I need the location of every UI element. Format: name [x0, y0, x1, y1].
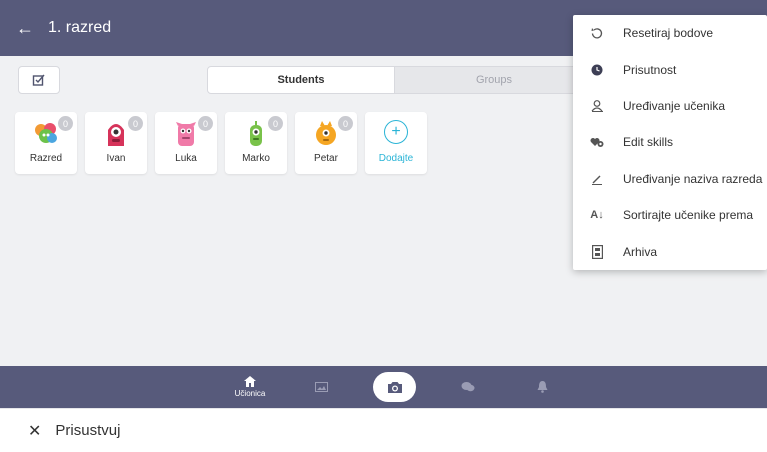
checkbox-edit-icon: [32, 74, 45, 86]
chat-icon: [461, 382, 475, 392]
nav-camera-button[interactable]: [373, 372, 416, 402]
class-title: 1. razred: [48, 19, 112, 36]
student-name: Razred: [29, 153, 63, 164]
student-name: Petar: [314, 153, 338, 164]
nav-classroom-label: Učionica: [234, 389, 266, 398]
attendance-footer: ✕ Prisustvuj: [0, 408, 767, 452]
orange-monster-avatar-icon: [316, 121, 336, 145]
select-multiple-button[interactable]: [18, 66, 60, 94]
points-badge: 0: [268, 116, 283, 131]
menu-item-reset-points[interactable]: Resetiraj bodove: [573, 15, 767, 51]
pink-monster-avatar-icon: [176, 122, 196, 146]
nav-classroom[interactable]: Učionica: [228, 366, 272, 408]
attendance-label: Prisustvuj: [55, 422, 121, 439]
bottom-navigation: Učionica: [0, 366, 767, 408]
photo-icon: [315, 381, 328, 392]
pencil-icon: [589, 173, 605, 185]
plus-circle-icon: +: [384, 120, 408, 144]
archive-icon: [589, 244, 605, 259]
camera-icon: [387, 381, 402, 393]
add-student-label: Dodajte: [378, 153, 414, 164]
nav-portfolio[interactable]: [310, 366, 334, 408]
nav-messages[interactable]: [456, 366, 480, 408]
student-card-razred[interactable]: 0 Razred: [15, 112, 77, 174]
red-monster-avatar-icon: [108, 124, 124, 146]
menu-item-sort-students[interactable]: A↓ Sortirajte učenike prema: [573, 197, 767, 233]
menu-item-attendance[interactable]: Prisutnost: [573, 51, 767, 87]
student-name: Luka: [175, 153, 197, 164]
tab-students[interactable]: Students: [207, 66, 395, 94]
student-card-petar[interactable]: 0 Petar: [295, 112, 357, 174]
tab-groups[interactable]: Groups: [394, 66, 594, 94]
hearts-icon: [589, 136, 605, 148]
back-arrow-icon[interactable]: ←: [16, 18, 36, 38]
student-card-marko[interactable]: 0 Marko: [225, 112, 287, 174]
menu-item-edit-skills[interactable]: Edit skills: [573, 124, 767, 160]
bell-icon: [537, 381, 547, 393]
menu-item-edit-class-name[interactable]: Uređivanje naziva razreda: [573, 161, 767, 197]
options-menu: Resetiraj bodove Prisutnost Uređivanje u…: [573, 15, 767, 270]
class-group-avatar-icon: [35, 123, 57, 143]
clock-icon: [589, 64, 605, 76]
nav-notifications[interactable]: [530, 366, 554, 408]
person-edit-icon: [589, 100, 605, 112]
close-icon[interactable]: ✕: [28, 421, 41, 441]
home-icon: [244, 376, 256, 387]
student-name: Ivan: [106, 153, 126, 164]
sort-az-icon: A↓: [590, 209, 604, 222]
points-badge: 0: [198, 116, 213, 131]
points-badge: 0: [58, 116, 73, 131]
student-card-ivan[interactable]: 0 Ivan: [85, 112, 147, 174]
reset-icon: [589, 27, 605, 39]
green-monster-avatar-icon: [250, 121, 262, 146]
points-badge: 0: [128, 116, 143, 131]
menu-item-edit-students[interactable]: Uređivanje učenika: [573, 88, 767, 124]
student-card-luka[interactable]: 0 Luka: [155, 112, 217, 174]
student-name: Marko: [242, 153, 270, 164]
menu-item-archive[interactable]: Arhiva: [573, 233, 767, 269]
add-student-card[interactable]: + Dodajte: [365, 112, 427, 174]
points-badge: 0: [338, 116, 353, 131]
